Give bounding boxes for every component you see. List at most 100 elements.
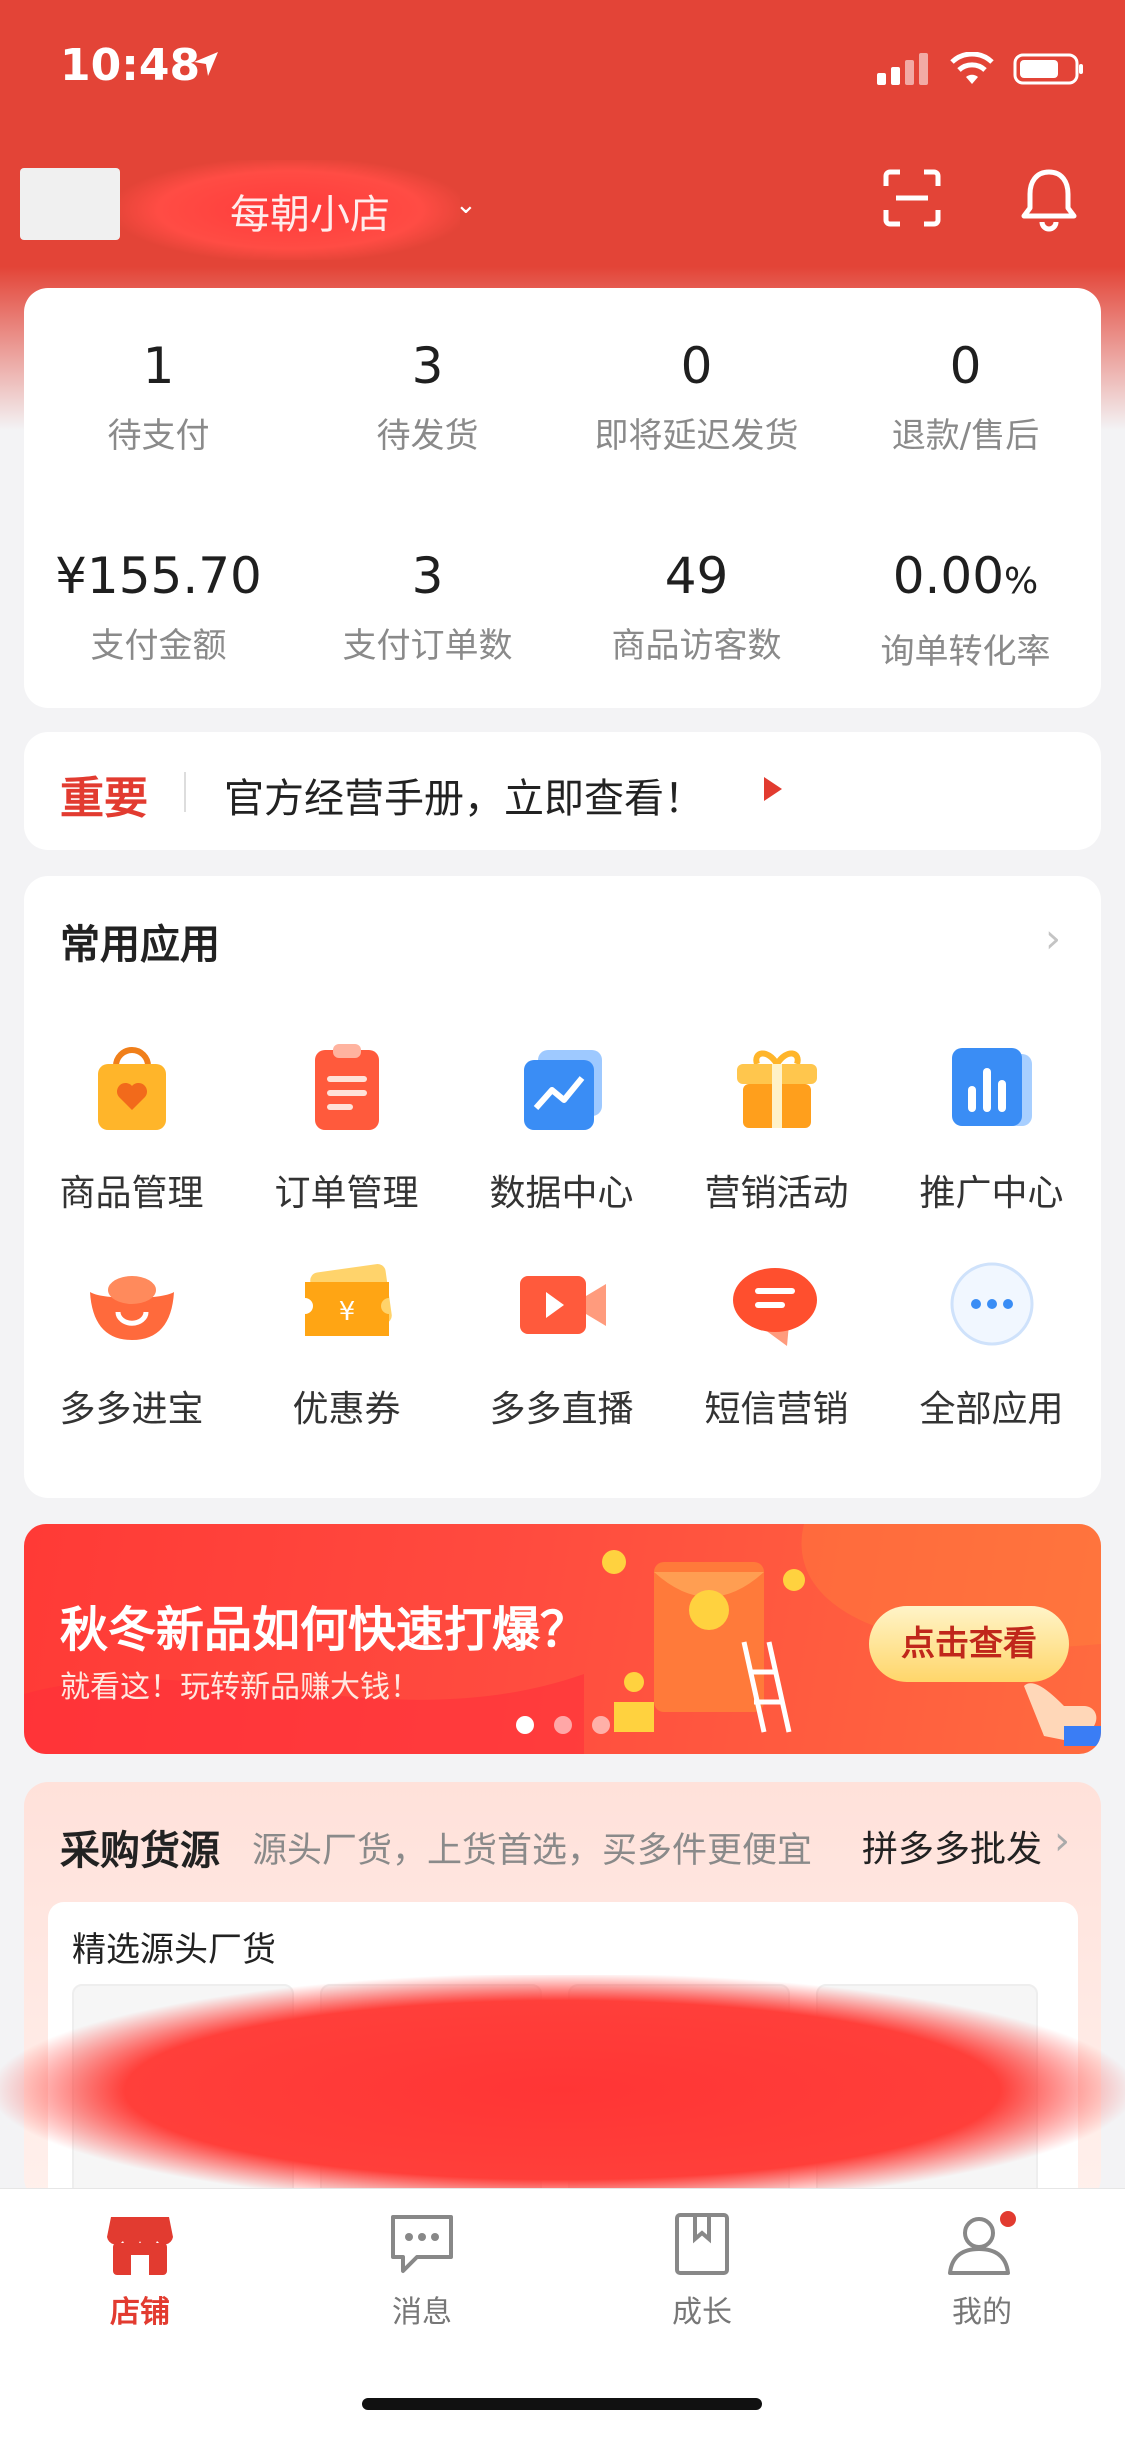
live-video-icon bbox=[519, 1276, 606, 1334]
app-label: 订单管理 bbox=[274, 1173, 419, 1214]
scan-icon[interactable] bbox=[882, 168, 942, 228]
app-live[interactable]: 多多直播 bbox=[454, 1254, 669, 1432]
app-data-center[interactable]: 数据中心 bbox=[454, 1038, 669, 1216]
banner-title: 秋冬新品如何快速打爆？ bbox=[60, 1602, 589, 1658]
stat-label: 询单转化率 bbox=[880, 632, 1051, 672]
app-label: 全部应用 bbox=[919, 1389, 1064, 1430]
stat-value: 0 bbox=[680, 337, 713, 395]
carousel-dot[interactable] bbox=[553, 1716, 572, 1734]
stat-value: 49 bbox=[664, 547, 729, 605]
status-time: 10:48 bbox=[60, 40, 201, 91]
stat-refund[interactable]: 0 退款/售后 bbox=[831, 336, 1100, 457]
notification-badge bbox=[1000, 2211, 1016, 2227]
app-label: 多多直播 bbox=[489, 1389, 634, 1430]
app-label: 商品管理 bbox=[59, 1173, 204, 1214]
location-arrow-icon bbox=[194, 52, 218, 76]
carousel-dot[interactable] bbox=[515, 1716, 534, 1734]
carousel-dots bbox=[24, 1716, 1101, 1738]
stat-label: 即将延迟发货 bbox=[594, 416, 799, 456]
stat-payment-amount[interactable]: ¥155.70 支付金额 bbox=[24, 546, 293, 667]
app-label: 数据中心 bbox=[489, 1173, 634, 1214]
promo-banner[interactable]: 秋冬新品如何快速打爆？ 就看这！玩转新品赚大钱！ 点击查看 bbox=[24, 1524, 1101, 1754]
tab-label: 店铺 bbox=[110, 2295, 170, 2330]
chevron-right-icon[interactable]: › bbox=[1045, 916, 1061, 962]
redacted-products-overlay bbox=[0, 1975, 1125, 2205]
app-label: 营销活动 bbox=[704, 1173, 849, 1214]
status-bar: 10:48 bbox=[0, 0, 1125, 140]
stat-pending-shipment[interactable]: 3 待发货 bbox=[293, 336, 562, 457]
tab-label: 消息 bbox=[392, 2295, 452, 2330]
app-label: 优惠券 bbox=[292, 1389, 401, 1430]
order-list-icon bbox=[314, 1044, 379, 1130]
home-indicator bbox=[362, 2398, 762, 2410]
ingot-icon bbox=[89, 1276, 174, 1340]
bell-icon[interactable] bbox=[1018, 166, 1080, 232]
stat-value: 0.00% bbox=[892, 547, 1039, 605]
message-icon bbox=[391, 2215, 453, 2273]
stat-value: 3 bbox=[411, 337, 444, 395]
common-apps-card: 常用应用 › 商品管理 订单管理 数据中心 营销活动 推广中心 多多进宝 ¥ 优… bbox=[24, 876, 1101, 1498]
app-promotion[interactable]: 推广中心 bbox=[884, 1038, 1099, 1216]
tab-messages[interactable]: 消息 bbox=[322, 2211, 522, 2331]
stat-order-count[interactable]: 3 支付订单数 bbox=[293, 546, 562, 667]
app-marketing[interactable]: 营销活动 bbox=[669, 1038, 884, 1216]
stat-label: 待支付 bbox=[107, 416, 210, 456]
tab-label: 成长 bbox=[672, 2295, 732, 2330]
stat-label: 商品访客数 bbox=[611, 626, 782, 666]
stat-label: 支付订单数 bbox=[342, 626, 513, 666]
stat-label: 退款/售后 bbox=[891, 416, 1040, 456]
tab-label: 我的 bbox=[952, 2295, 1012, 2330]
book-icon bbox=[675, 2213, 729, 2275]
coupon-icon: ¥ bbox=[304, 1264, 392, 1336]
app-label: 短信营销 bbox=[704, 1389, 849, 1430]
shop-switch-caret-icon[interactable]: ⌄ bbox=[455, 190, 477, 220]
stat-value: 3 bbox=[411, 547, 444, 605]
user-icon bbox=[948, 2211, 1016, 2275]
battery-icon bbox=[1013, 53, 1083, 85]
play-arrow-icon bbox=[764, 777, 782, 801]
wholesale-link[interactable]: 拼多多批发 bbox=[862, 1820, 1042, 1872]
apps-title: 常用应用 bbox=[60, 922, 220, 968]
app-coupon[interactable]: ¥ 优惠券 bbox=[239, 1254, 454, 1432]
stat-value: 1 bbox=[142, 337, 175, 395]
stat-pending-payment[interactable]: 1 待支付 bbox=[24, 336, 293, 457]
app-sms-marketing[interactable]: 短信营销 bbox=[669, 1254, 884, 1432]
app-label: 推广中心 bbox=[919, 1173, 1064, 1214]
stat-value: 0 bbox=[949, 337, 982, 395]
tab-growth[interactable]: 成长 bbox=[602, 2211, 802, 2331]
svg-text:¥: ¥ bbox=[338, 1297, 355, 1327]
stat-value: ¥155.70 bbox=[55, 547, 262, 605]
tab-store[interactable]: 店铺 bbox=[40, 2211, 240, 2331]
stat-label: 支付金额 bbox=[90, 626, 227, 666]
shopping-bag-icon bbox=[97, 1047, 166, 1130]
app-label: 多多进宝 bbox=[59, 1389, 204, 1430]
notice-bar[interactable]: 重要 官方经营手册，立即查看！ bbox=[24, 732, 1101, 850]
store-icon bbox=[107, 2217, 173, 2275]
shop-header: 每朝小店 ⌄ bbox=[0, 140, 1125, 270]
app-duoduo-jinbao[interactable]: 多多进宝 bbox=[24, 1254, 239, 1432]
app-product-management[interactable]: 商品管理 bbox=[24, 1038, 239, 1216]
bar-chart-icon bbox=[951, 1048, 1032, 1126]
stat-label: 待发货 bbox=[376, 416, 479, 456]
notice-text: 官方经营手册，立即查看！ bbox=[224, 776, 704, 822]
stat-visitors[interactable]: 49 商品访客数 bbox=[562, 546, 831, 667]
wifi-icon bbox=[950, 52, 994, 84]
tab-me[interactable]: 我的 bbox=[882, 2211, 1082, 2331]
stat-conversion-rate[interactable]: 0.00% 询单转化率 bbox=[831, 546, 1100, 673]
more-icon bbox=[950, 1262, 1033, 1346]
notice-tag: 重要 bbox=[60, 773, 148, 824]
panel-title: 精选源头厂货 bbox=[72, 1930, 276, 1970]
shop-name[interactable]: 每朝小店 bbox=[230, 182, 390, 240]
stat-delay-shipment[interactable]: 0 即将延迟发货 bbox=[562, 336, 831, 457]
source-title: 采购货源 bbox=[60, 1828, 220, 1874]
stats-card: 1 待支付 3 待发货 0 即将延迟发货 0 退款/售后 ¥155.70 支付金… bbox=[24, 288, 1101, 708]
app-all-apps[interactable]: 全部应用 bbox=[884, 1254, 1099, 1432]
chevron-right-icon[interactable]: › bbox=[1054, 1818, 1070, 1864]
chart-icon bbox=[523, 1050, 602, 1130]
notice-divider bbox=[184, 772, 186, 812]
carousel-dot[interactable] bbox=[591, 1716, 610, 1734]
app-order-management[interactable]: 订单管理 bbox=[239, 1038, 454, 1216]
signal-icon bbox=[877, 53, 928, 85]
shop-avatar[interactable] bbox=[20, 168, 120, 240]
gift-icon bbox=[736, 1050, 817, 1128]
